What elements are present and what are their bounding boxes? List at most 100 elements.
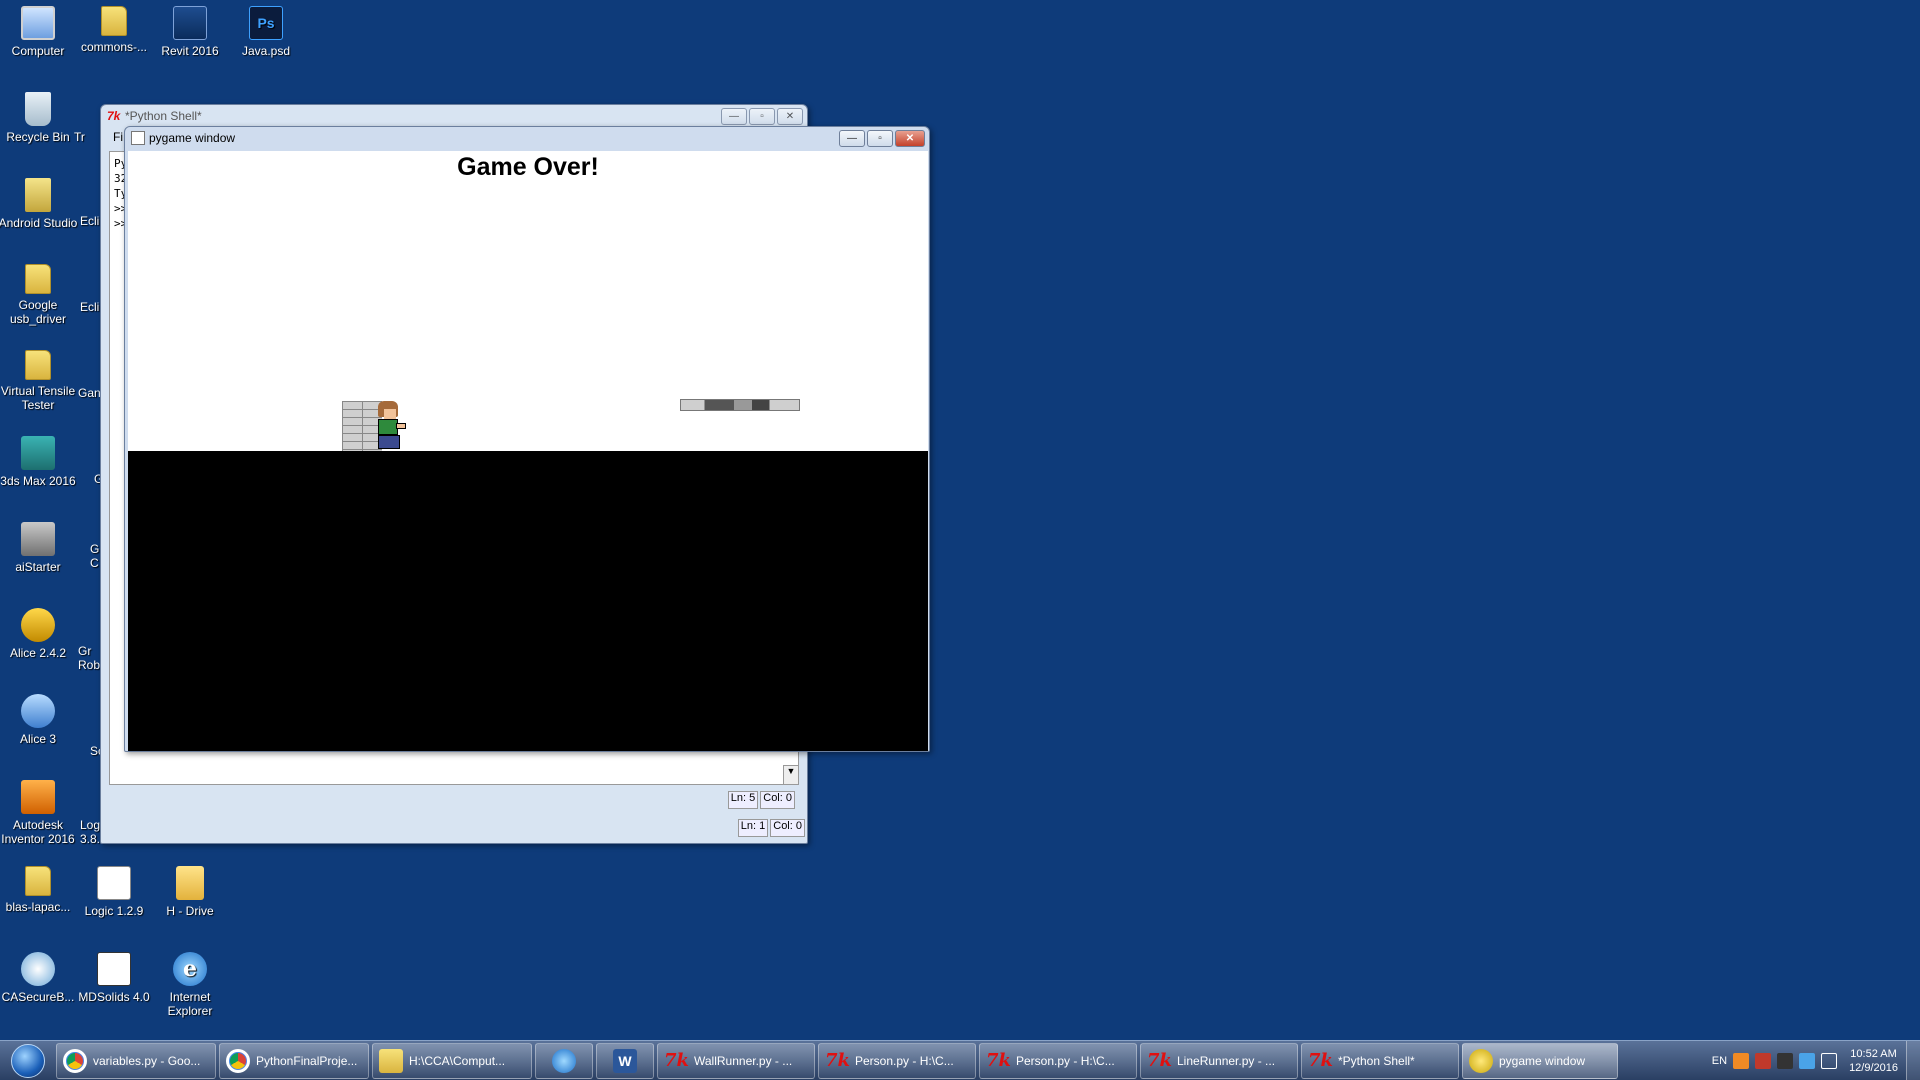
mdsolids-icon bbox=[97, 952, 131, 986]
desktop-icon-label: Android Studio bbox=[0, 216, 78, 230]
desktop-icon-java-psd[interactable]: Ps Java.psd bbox=[226, 6, 306, 58]
maximize-button[interactable]: ▫ bbox=[867, 129, 893, 147]
close-button[interactable]: ✕ bbox=[895, 129, 925, 147]
taskbar-item[interactable]: 7k Person.py - H:\C... bbox=[818, 1042, 976, 1079]
status-bar-outer: Ln: 1 Col: 0 bbox=[109, 819, 809, 837]
desktop-icon-recycle-bin[interactable]: Recycle Bin bbox=[0, 92, 78, 144]
3ds-max-icon bbox=[21, 436, 55, 470]
player-arm bbox=[396, 423, 406, 429]
pygame-icon bbox=[1469, 1048, 1493, 1073]
desktop-icon-label: MDSolids 4.0 bbox=[78, 990, 150, 1004]
language-indicator[interactable]: EN bbox=[1712, 1055, 1727, 1067]
minimize-button[interactable]: — bbox=[721, 107, 747, 125]
desktop-icon-3ds-max[interactable]: 3ds Max 2016 bbox=[0, 436, 78, 488]
display-icon[interactable] bbox=[1799, 1052, 1816, 1069]
desktop-icon-label: Tr bbox=[74, 130, 85, 144]
taskbar-item-active[interactable]: pygame window bbox=[1462, 1042, 1618, 1079]
taskbar-item[interactable]: 7k *Python Shell* bbox=[1301, 1042, 1459, 1079]
desktop-icon-label: Alice 2.4.2 bbox=[9, 646, 67, 660]
menu-item-file[interactable]: Fi bbox=[113, 130, 123, 144]
desktop-icon-label: H - Drive bbox=[166, 904, 214, 918]
desktop-icon-label: Gan bbox=[78, 386, 101, 400]
desktop-icon-label: Alice 3 bbox=[19, 732, 57, 746]
minimize-button[interactable]: — bbox=[839, 129, 865, 147]
volume-icon[interactable] bbox=[1821, 1052, 1838, 1069]
desktop-icon-google-usb[interactable]: Google usb_driver bbox=[0, 264, 78, 326]
idle-icon: 7k bbox=[986, 1049, 1011, 1071]
taskbar-item[interactable]: 7k WallRunner.py - ... bbox=[657, 1042, 815, 1079]
taskbar-item-label: WallRunner.py - ... bbox=[694, 1053, 793, 1068]
desktop-icon-label: Ecli bbox=[80, 300, 100, 314]
pygame-titlebar[interactable]: pygame window — ▫ ✕ bbox=[125, 127, 929, 149]
obstacle bbox=[680, 399, 800, 411]
aistarter-icon bbox=[21, 522, 55, 556]
player-face bbox=[384, 409, 396, 419]
show-desktop-button[interactable] bbox=[1906, 1040, 1920, 1080]
taskbar-item-word[interactable]: W bbox=[596, 1042, 654, 1079]
desktop-icon-android-studio[interactable]: Android Studio bbox=[0, 178, 78, 230]
desktop-icon-alice-242[interactable]: Alice 2.4.2 bbox=[0, 608, 78, 660]
pygame-window[interactable]: pygame window — ▫ ✕ Game Over! bbox=[124, 126, 930, 752]
desktop-icon-casecure[interactable]: CASecureB... bbox=[0, 952, 78, 1004]
revit-icon bbox=[173, 6, 207, 40]
clock-date: 12/9/2016 bbox=[1849, 1061, 1898, 1074]
desktop-icon-label: Virtual Tensile Tester bbox=[0, 384, 76, 412]
taskbar-item[interactable]: PythonFinalProje... bbox=[219, 1042, 369, 1079]
network-icon[interactable] bbox=[1755, 1052, 1772, 1069]
desktop-icon-h-drive[interactable]: H - Drive bbox=[150, 866, 230, 918]
chrome-icon bbox=[63, 1048, 87, 1073]
folder-icon bbox=[379, 1048, 403, 1073]
security-icon[interactable] bbox=[1777, 1052, 1794, 1069]
taskbar-item-label: LineRunner.py - ... bbox=[1177, 1053, 1276, 1068]
desktop-icon-blas-lapack[interactable]: blas-lapac... bbox=[0, 866, 78, 914]
taskbar-item-label: variables.py - Goo... bbox=[93, 1053, 201, 1068]
windows-orb-icon bbox=[11, 1043, 45, 1078]
desktop-icon-internet-explorer[interactable]: e Internet Explorer bbox=[150, 952, 230, 1018]
computer-icon bbox=[21, 6, 55, 40]
window-title: *Python Shell* bbox=[125, 109, 202, 123]
window-title: pygame window bbox=[149, 131, 236, 145]
alice3-icon bbox=[21, 694, 55, 728]
internet-explorer-icon bbox=[552, 1048, 576, 1073]
desktop-icon-label: Java.psd bbox=[241, 44, 291, 58]
taskbar-item[interactable]: H:\CCA\Comput... bbox=[372, 1042, 532, 1079]
taskbar: variables.py - Goo... PythonFinalProje..… bbox=[0, 1040, 1920, 1080]
taskbar-item[interactable]: variables.py - Goo... bbox=[56, 1042, 216, 1079]
desktop-icon-mdsolids[interactable]: MDSolids 4.0 bbox=[74, 952, 154, 1004]
desktop-icon-label: G C bbox=[90, 542, 100, 570]
desktop-icon-commons[interactable]: commons-... bbox=[74, 6, 154, 54]
logic-icon bbox=[97, 866, 131, 900]
network-drive-icon bbox=[176, 866, 204, 900]
desktop-icon-computer[interactable]: Computer bbox=[0, 6, 78, 58]
casecure-icon bbox=[21, 952, 55, 986]
system-tray: EN 10:52 AM 12/9/2016 bbox=[1712, 1041, 1906, 1080]
desktop-icon-label: Google usb_driver bbox=[9, 298, 67, 326]
python-shell-titlebar[interactable]: 7k *Python Shell* — ▫ ✕ bbox=[101, 105, 807, 127]
maximize-button[interactable]: ▫ bbox=[749, 107, 775, 125]
start-button[interactable] bbox=[0, 1041, 56, 1080]
idle-icon: 7k bbox=[664, 1049, 689, 1071]
desktop-icon-virtual-tensile[interactable]: Virtual Tensile Tester bbox=[0, 350, 78, 412]
desktop-icon-alice-3[interactable]: Alice 3 bbox=[0, 694, 78, 746]
desktop-icon-aistarter[interactable]: aiStarter bbox=[0, 522, 78, 574]
taskbar-item-label: pygame window bbox=[1499, 1053, 1586, 1068]
recycle-bin-icon bbox=[25, 92, 51, 126]
desktop-icon-label: Gr Rob bbox=[78, 644, 101, 672]
idle-icon: 7k bbox=[107, 109, 121, 123]
folder-icon bbox=[25, 350, 51, 380]
game-canvas[interactable]: Game Over! bbox=[128, 151, 928, 751]
scrollbar[interactable]: ▼ bbox=[783, 765, 799, 785]
status-col: Col: 0 bbox=[760, 791, 795, 809]
tray-app-icon[interactable] bbox=[1733, 1052, 1750, 1069]
desktop-icon-inventor[interactable]: Autodesk Inventor 2016 bbox=[0, 780, 78, 846]
clock[interactable]: 10:52 AM 12/9/2016 bbox=[1849, 1047, 1898, 1075]
desktop-icon-label: CASecureB... bbox=[1, 990, 75, 1004]
desktop-icon-label: Internet Explorer bbox=[167, 990, 213, 1018]
status-col: Col: 0 bbox=[770, 819, 805, 837]
desktop-icon-revit[interactable]: Revit 2016 bbox=[150, 6, 230, 58]
taskbar-item[interactable]: 7k LineRunner.py - ... bbox=[1140, 1042, 1298, 1079]
taskbar-item[interactable]: 7k Person.py - H:\C... bbox=[979, 1042, 1137, 1079]
taskbar-item-ie[interactable] bbox=[535, 1042, 593, 1079]
desktop-icon-logic[interactable]: Logic 1.2.9 bbox=[74, 866, 154, 918]
close-button[interactable]: ✕ bbox=[777, 107, 803, 125]
